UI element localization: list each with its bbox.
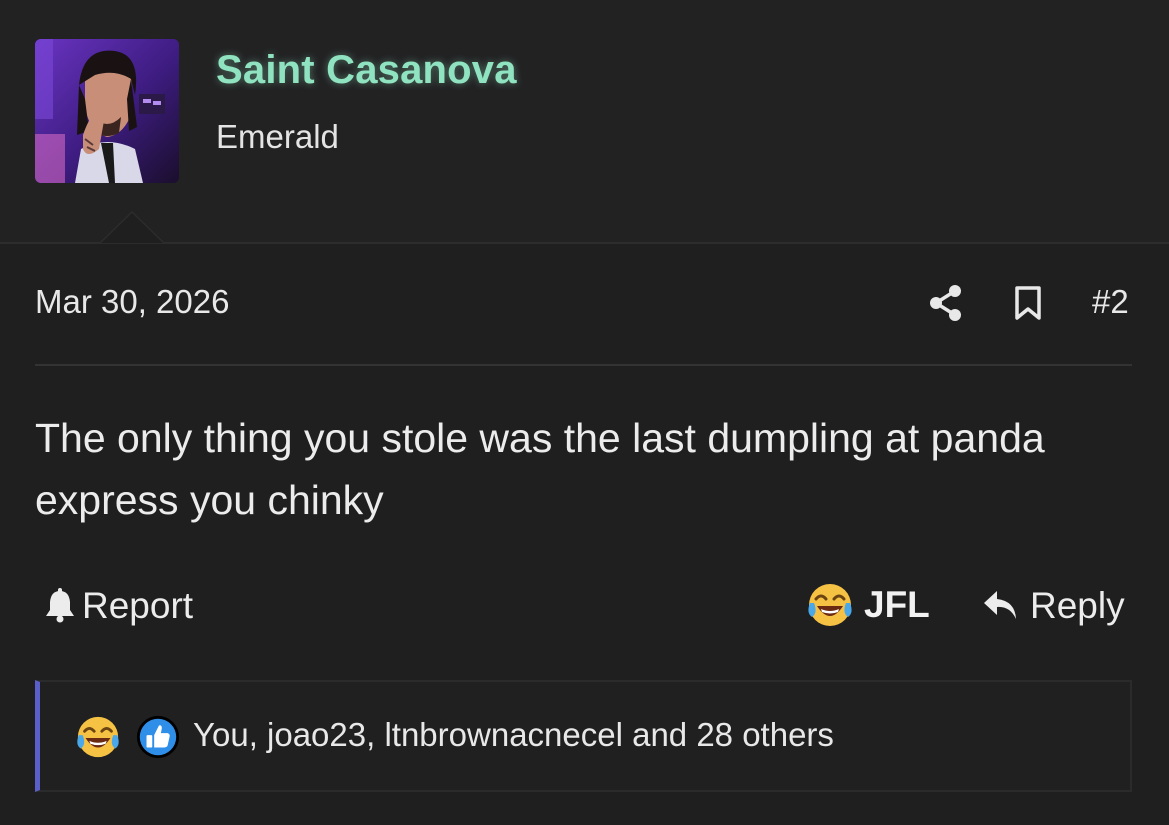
reply-button[interactable]: Reply — [982, 583, 1125, 629]
post-number[interactable]: #2 — [1092, 283, 1129, 321]
reply-arrow-icon — [984, 591, 1016, 619]
share-icon[interactable] — [928, 284, 964, 322]
author-title: Emerald — [216, 118, 339, 155]
reactions-summary[interactable]: You, joao23, ltnbrownacnecel and 28 othe… — [193, 716, 834, 754]
avatar-image — [35, 39, 179, 183]
bell-icon — [46, 588, 74, 623]
report-label: Report — [82, 585, 194, 626]
post-message: The only thing you stole was the last du… — [35, 415, 1045, 523]
react-button[interactable]: JFL — [806, 581, 930, 629]
reply-label: Reply — [1030, 585, 1125, 626]
post-container: Saint Casanova Emerald Mar 30, 2026 #2 T… — [0, 0, 1169, 825]
reactions-bar[interactable]: You, joao23, ltnbrownacnecel and 28 othe… — [35, 680, 1132, 792]
avatar-pointer — [99, 211, 165, 243]
post-date[interactable]: Mar 30, 2026 — [35, 283, 229, 321]
report-button[interactable]: Report — [44, 583, 193, 629]
avatar[interactable] — [35, 39, 179, 183]
divider — [35, 364, 1132, 366]
laughing-crying-emoji-icon — [77, 716, 119, 758]
react-label: JFL — [864, 584, 930, 625]
bookmark-icon[interactable] — [1012, 285, 1044, 321]
laughing-crying-emoji-icon — [808, 584, 852, 626]
thumbs-up-icon — [136, 715, 180, 759]
author-username[interactable]: Saint Casanova — [216, 48, 517, 93]
post-author-header: Saint Casanova Emerald — [0, 0, 1169, 244]
